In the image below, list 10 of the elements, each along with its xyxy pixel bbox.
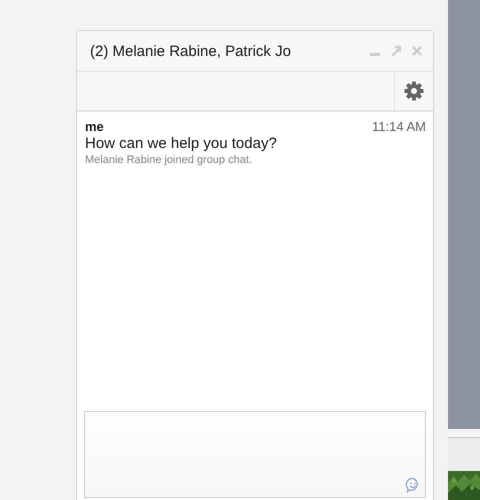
smiley-icon[interactable] [405,477,421,493]
message-time: 11:14 AM [372,119,426,134]
window-title: (2) Melanie Rabine, Patrick Jo [90,42,292,60]
system-notice: Melanie Rabine joined group chat. [85,154,253,166]
message-text: How can we help you today? [85,135,278,152]
message-input[interactable] [84,411,426,498]
sender-name: me [85,119,104,134]
close-icon[interactable] [411,45,423,57]
settings-icon[interactable] [404,81,424,101]
pop-out-icon[interactable] [390,45,402,57]
